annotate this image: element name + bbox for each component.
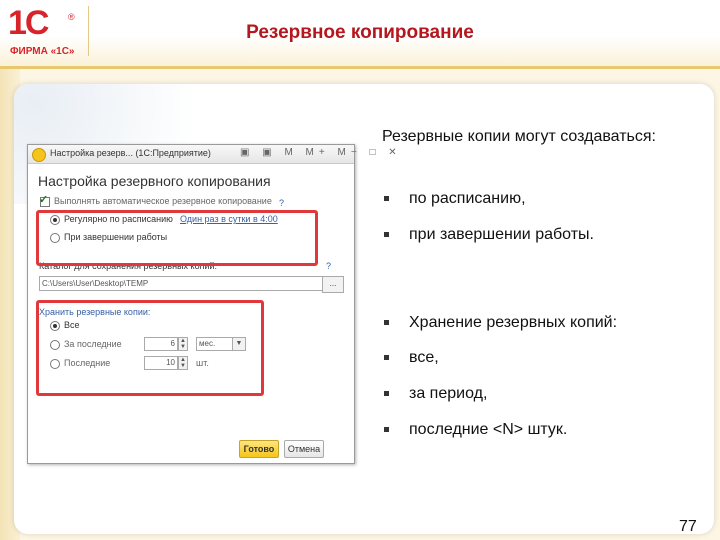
bullet-icon bbox=[384, 232, 389, 238]
logo-firma-text: ФИРМА «1С» bbox=[10, 46, 75, 57]
intro-text: Резервные копии могут создаваться: bbox=[382, 128, 656, 145]
window-titlebar: Настройка резерв... (1С:Предприятие) ▣ ▣… bbox=[28, 145, 397, 164]
bullet-icon bbox=[384, 355, 389, 361]
bullet-item: все, bbox=[384, 349, 439, 367]
bullet-item: при завершении работы. bbox=[384, 226, 594, 244]
cancel-button[interactable]: Отмена bbox=[284, 440, 324, 458]
help-icon[interactable]: ? bbox=[279, 198, 284, 208]
window-heading: Настройка резервного копирования bbox=[38, 173, 271, 189]
bullet-item: последние <N> штук. bbox=[384, 421, 567, 439]
help-icon[interactable]: ? bbox=[326, 261, 331, 271]
window-title: Настройка резерв... (1С:Предприятие) bbox=[50, 148, 211, 158]
storage-highlight-frame bbox=[36, 300, 264, 396]
bullet-icon bbox=[384, 391, 389, 397]
bullet-icon bbox=[384, 320, 389, 326]
bullet-icon bbox=[384, 427, 389, 433]
page-number: 77 bbox=[679, 518, 697, 535]
browse-button[interactable]: ... bbox=[322, 276, 344, 293]
slide-header: 1С ® ФИРМА «1С» Резервное копирование bbox=[0, 0, 720, 69]
bullet-item: по расписанию, bbox=[384, 190, 526, 208]
ok-button[interactable]: Готово bbox=[239, 440, 279, 458]
window-toolbar-icons[interactable]: ▣ ▣ M M+ M− □ ✕ bbox=[240, 147, 402, 158]
catalog-path-input[interactable]: C:\Users\User\Desktop\ТЕМР bbox=[39, 276, 323, 291]
bullet-item: за период, bbox=[384, 385, 487, 403]
page-title: Резервное копирование bbox=[246, 22, 474, 43]
auto-backup-label: Выполнять автоматическое резервное копир… bbox=[54, 196, 272, 206]
logo-registered-mark: ® bbox=[68, 12, 75, 22]
schedule-highlight-frame bbox=[36, 210, 318, 266]
bullet-item: Хранение резервных копий: bbox=[384, 314, 617, 332]
1c-app-icon bbox=[32, 148, 46, 162]
checkmark-icon: ✓ bbox=[39, 194, 49, 206]
bullet-icon bbox=[384, 196, 389, 202]
